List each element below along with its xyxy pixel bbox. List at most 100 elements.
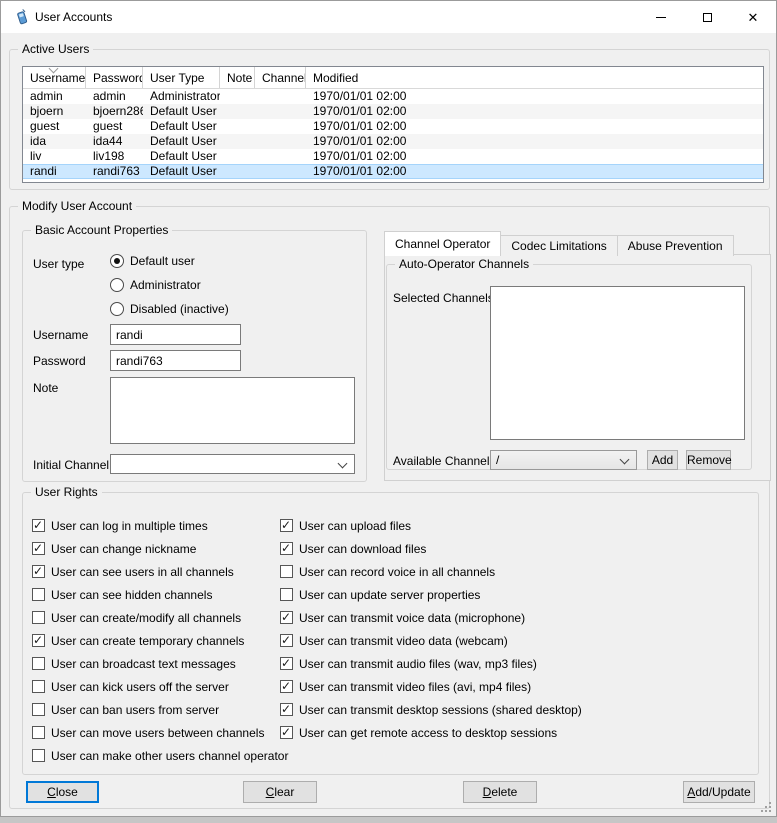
user-type-label: User type [33, 257, 84, 271]
right-checkbox[interactable]: User can ban users from server [32, 698, 288, 721]
initial-channel-combobox[interactable] [110, 454, 355, 474]
checkbox-label: User can transmit audio files (wav, mp3 … [299, 657, 537, 671]
table-cell-username: admin [23, 89, 86, 104]
right-checkbox[interactable]: User can kick users off the server [32, 675, 288, 698]
checkbox-label: User can transmit desktop sessions (shar… [299, 703, 582, 717]
clear-button[interactable]: Clear [243, 781, 317, 803]
table-cell-modified: 1970/01/01 02:00 [306, 149, 763, 164]
right-checkbox[interactable]: ✓ User can transmit desktop sessions (sha… [280, 698, 582, 721]
column-header-password[interactable]: Password [86, 67, 143, 88]
right-checkbox[interactable]: User can move users between channels [32, 721, 288, 744]
column-header-user-type[interactable]: User Type [143, 67, 220, 88]
tab-codec-limitations[interactable]: Codec Limitations [500, 235, 617, 256]
right-checkbox[interactable]: ✓User can transmit video data (webcam) [280, 629, 582, 652]
checkbox-label: User can see hidden channels [51, 588, 212, 602]
remove-button[interactable]: Remove [686, 450, 731, 470]
column-header-note[interactable]: Note [220, 67, 255, 88]
available-channels-label: Available Channels [393, 454, 496, 468]
radio-label: Administrator [130, 278, 201, 292]
check-mark-icon: ✓ [281, 610, 291, 624]
right-checkbox[interactable]: ✓User can get remote access to desktop s… [280, 721, 582, 744]
table-cell-user_type: Default User [143, 119, 220, 134]
radio-option[interactable]: Administrator [110, 273, 229, 297]
right-checkbox[interactable]: User can update server properties [280, 583, 582, 606]
tab-channel-operator[interactable]: Channel Operator [384, 231, 501, 256]
checkbox-label: User can create temporary channels [51, 634, 244, 648]
right-checkbox[interactable]: ✓ User can transmit audio files (wav, mp3… [280, 652, 582, 675]
checkbox-checked-icon: ✓ [280, 657, 293, 670]
table-cell-channel [255, 149, 306, 164]
close-window-button[interactable]: ✕ [730, 1, 776, 33]
table-cell-modified: 1970/01/01 02:00 [306, 134, 763, 149]
delete-button[interactable]: Delete [463, 781, 537, 803]
radio-option[interactable]: Default user [110, 249, 229, 273]
radio-label: Disabled (inactive) [130, 302, 229, 316]
minimize-button[interactable] [638, 1, 684, 33]
table-row[interactable]: randirandi763Default User1970/01/01 02:0… [23, 164, 763, 179]
username-field[interactable] [110, 324, 241, 345]
modify-user-account-label: Modify User Account [18, 199, 136, 213]
user-rights-groupbox: User Rights ✓User can log in multiple ti… [22, 492, 759, 775]
table-cell-channel [255, 104, 306, 119]
checkbox-label: User can record voice in all channels [299, 565, 495, 579]
check-mark-icon: ✓ [281, 702, 291, 716]
table-row[interactable]: livliv198Default User1970/01/01 02:00 [23, 149, 763, 164]
add-button[interactable]: Add [647, 450, 678, 470]
right-checkbox[interactable]: ✓User can transmit video files (avi, mp4… [280, 675, 582, 698]
right-checkbox[interactable]: ✓User can log in multiple times [32, 514, 288, 537]
close-button[interactable]: Close [26, 781, 99, 803]
table-cell-note [220, 164, 255, 179]
right-checkbox[interactable]: User can create/modify all channels [32, 606, 288, 629]
check-mark-icon: ✓ [281, 518, 291, 532]
table-cell-user_type: Default User [143, 104, 220, 119]
table-cell-modified: 1970/01/01 02:00 [306, 164, 763, 179]
right-checkbox[interactable]: User can see hidden channels [32, 583, 288, 606]
checkbox-label: User can change nickname [51, 542, 196, 556]
table-cell-note [220, 149, 255, 164]
check-mark-icon: ✓ [281, 725, 291, 739]
check-mark-icon: ✓ [281, 541, 291, 555]
right-checkbox[interactable]: User can make other users channel operat… [32, 744, 288, 767]
right-checkbox[interactable]: ✓User can see users in all channels [32, 560, 288, 583]
basic-account-properties-groupbox: Basic Account Properties User type Defau… [22, 230, 367, 482]
resize-grip[interactable] [769, 810, 771, 812]
checkbox-checked-icon: ✓ [32, 634, 45, 647]
background-window-fragment [0, 817, 777, 823]
column-header-modified[interactable]: Modified [306, 67, 763, 88]
table-cell-username: liv [23, 149, 86, 164]
screen: User Accounts ✕ Active Users UsernamePas… [0, 0, 777, 823]
right-checkbox[interactable]: ✓ User can change nickname [32, 537, 288, 560]
table-header[interactable]: UsernamePasswordUser TypeNoteChannelModi… [23, 67, 763, 89]
table-cell-note [220, 134, 255, 149]
table-cell-password: ida44 [86, 134, 143, 149]
password-field[interactable] [110, 350, 241, 371]
username-label: Username [33, 328, 88, 342]
right-checkbox[interactable]: ✓User can upload files [280, 514, 582, 537]
note-field[interactable] [110, 377, 355, 444]
right-checkbox[interactable]: ✓ User can create temporary channels [32, 629, 288, 652]
table-row[interactable]: guestguestDefault User1970/01/01 02:00 [23, 119, 763, 134]
auto-operator-channels-label: Auto-Operator Channels [395, 257, 533, 271]
maximize-button[interactable] [684, 1, 730, 33]
right-checkbox[interactable]: User can record voice in all channels [280, 560, 582, 583]
radio-option[interactable]: Disabled (inactive) [110, 297, 229, 321]
titlebar[interactable]: User Accounts ✕ [1, 1, 776, 33]
table-row[interactable]: idaida44Default User1970/01/01 02:00 [23, 134, 763, 149]
checkbox-checked-icon: ✓ [280, 703, 293, 716]
table-row[interactable]: adminadminAdministrator1970/01/01 02:00 [23, 89, 763, 104]
active-users-table[interactable]: UsernamePasswordUser TypeNoteChannelModi… [22, 66, 764, 183]
selected-channels-listbox[interactable] [490, 286, 745, 440]
right-checkbox[interactable]: ✓User can transmit voice data (microphon… [280, 606, 582, 629]
right-checkbox[interactable]: User can broadcast text messages [32, 652, 288, 675]
tab-abuse-prevention[interactable]: Abuse Prevention [617, 235, 734, 256]
right-checkbox[interactable]: ✓User can download files [280, 537, 582, 560]
column-header-channel[interactable]: Channel [255, 67, 306, 88]
checkbox-unchecked-icon [32, 703, 45, 716]
checkbox-label: User can ban users from server [51, 703, 219, 717]
available-channels-combobox[interactable]: / [490, 450, 637, 470]
table-row[interactable]: bjoernbjoern286Default User1970/01/01 02… [23, 104, 763, 119]
add-update-button[interactable]: Add/Update [683, 781, 755, 803]
active-users-label: Active Users [18, 42, 93, 56]
checkbox-unchecked-icon [32, 749, 45, 762]
user-type-radio-group: Default user Administrator Disabled (inact… [110, 249, 229, 321]
